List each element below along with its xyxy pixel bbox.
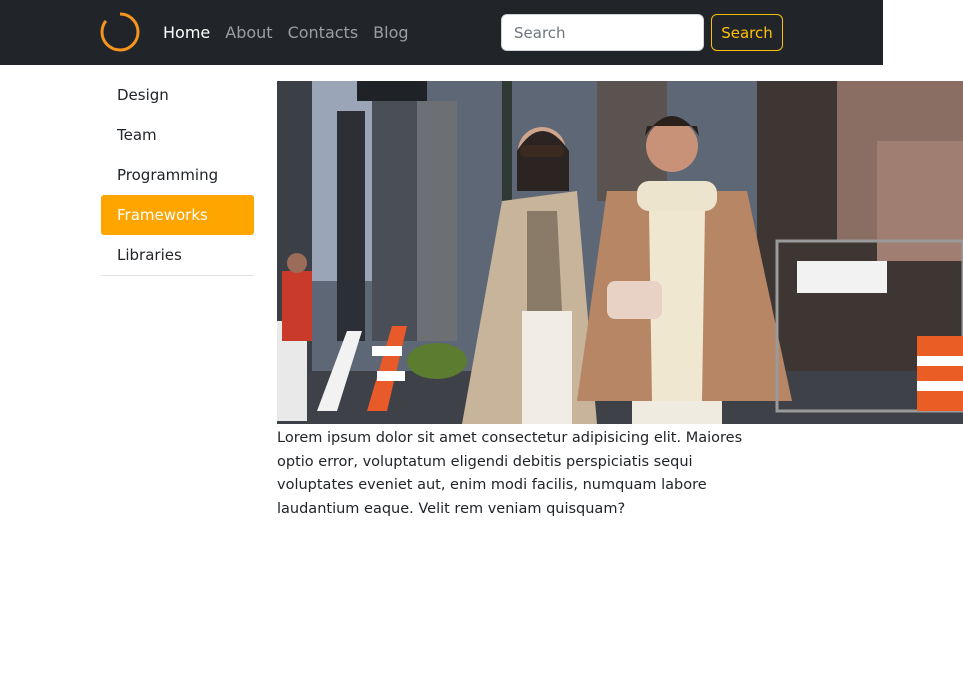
body-paragraph: Lorem ipsum dolor sit amet consectetur a… [277, 430, 743, 517]
sidebar-item-team[interactable]: Team [101, 115, 254, 155]
nav-link-home[interactable]: Home [163, 23, 210, 42]
ring-logo-icon[interactable] [100, 12, 140, 52]
nav-link-blog[interactable]: Blog [373, 23, 408, 42]
sidebar-item-design[interactable]: Design [101, 75, 254, 115]
sidebar-item-frameworks[interactable]: Frameworks [101, 195, 254, 235]
sidebar: Design Team Programming Frameworks Libra… [101, 75, 254, 276]
hero-image [277, 81, 963, 424]
nav-links: Home About Contacts Blog [163, 0, 424, 65]
sidebar-item-programming[interactable]: Programming [101, 155, 254, 195]
search-input[interactable] [501, 14, 704, 51]
nav-link-about[interactable]: About [225, 23, 272, 42]
sidebar-item-libraries[interactable]: Libraries [101, 235, 254, 275]
search-button[interactable]: Search [711, 14, 783, 51]
nav-link-contacts[interactable]: Contacts [288, 23, 359, 42]
navbar: Home About Contacts Blog Search [0, 0, 883, 65]
